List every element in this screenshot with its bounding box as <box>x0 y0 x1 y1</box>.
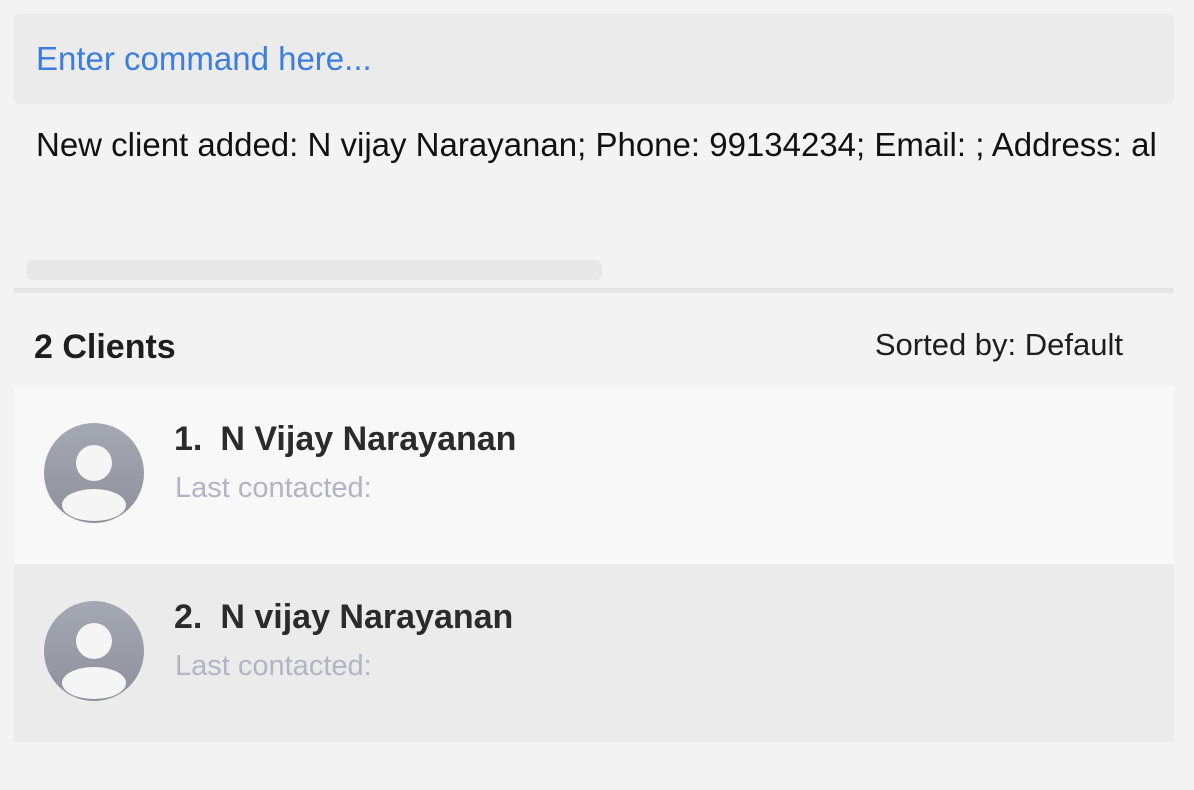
client-index: 1. <box>174 420 203 458</box>
last-contacted-label: Last contacted: <box>175 650 372 682</box>
client-name-text: N Vijay Narayanan <box>220 420 517 458</box>
user-avatar-icon <box>44 601 144 701</box>
client-card[interactable]: 1. N Vijay Narayanan Last contacted: <box>14 386 1174 564</box>
client-card[interactable]: 2. N vijay Narayanan Last contacted: <box>14 564 1174 742</box>
user-avatar-icon <box>44 423 144 523</box>
command-input[interactable] <box>36 38 1136 80</box>
result-display: New client added: N vijay Narayanan; Pho… <box>14 112 1174 262</box>
client-name: 1. N Vijay Narayanan <box>174 420 516 459</box>
client-list-header: 2 Clients Sorted by: Default <box>14 300 1174 384</box>
command-box[interactable] <box>14 14 1174 104</box>
result-message: New client added: N vijay Narayanan; Pho… <box>36 126 1157 163</box>
client-count: 2 Clients <box>34 328 176 366</box>
client-index: 2. <box>174 598 203 636</box>
client-list: 1. N Vijay Narayanan Last contacted: 2. N … <box>14 386 1174 742</box>
sort-indicator: Sorted by: Default <box>874 327 1123 362</box>
last-contacted-label: Last contacted: <box>175 472 372 504</box>
section-divider <box>14 288 1174 293</box>
client-name: 2. N vijay Narayanan <box>174 598 513 637</box>
result-horizontal-scrollbar[interactable] <box>26 260 602 280</box>
client-name-text: N vijay Narayanan <box>220 598 514 636</box>
